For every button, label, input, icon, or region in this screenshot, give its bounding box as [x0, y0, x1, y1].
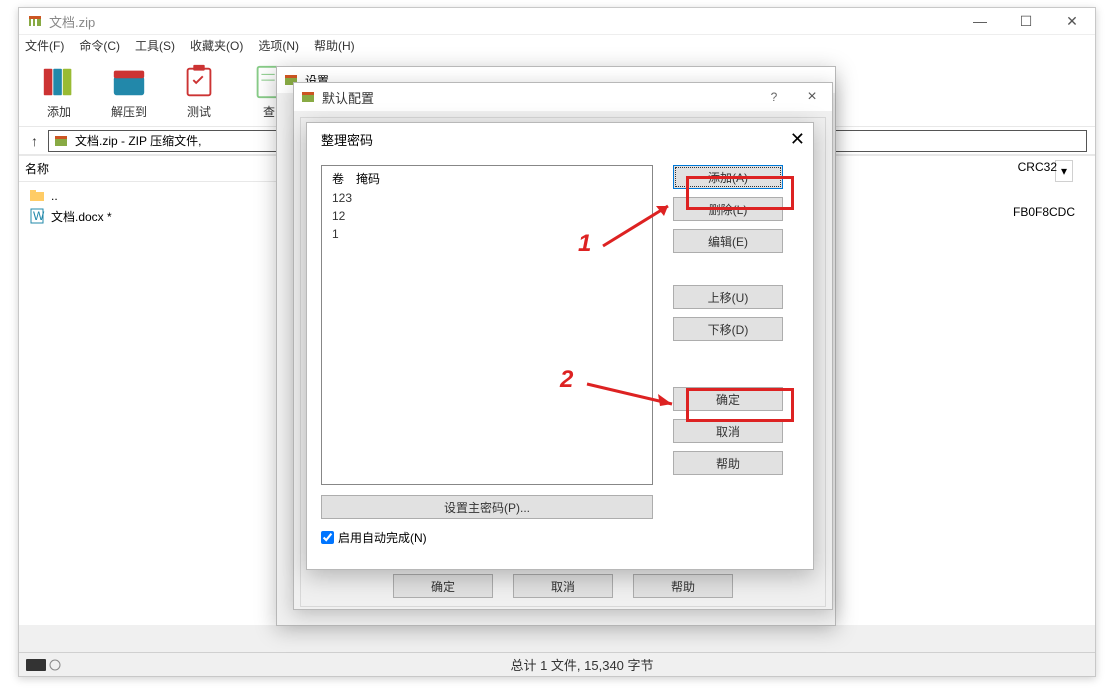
- menubar[interactable]: 文件(F) 命令(C) 工具(S) 收藏夹(O) 选项(N) 帮助(H): [19, 35, 1095, 57]
- password-list[interactable]: 卷 掩码 123 12 1: [321, 165, 653, 485]
- col-crc32[interactable]: CRC32: [1010, 158, 1065, 176]
- moveup-button[interactable]: 上移(U): [673, 285, 783, 309]
- clipboard-icon: [180, 63, 218, 101]
- autocomplete-label: 启用自动完成(N): [338, 529, 427, 546]
- menu-file[interactable]: 文件(F): [25, 37, 64, 54]
- winrar-icon: [300, 89, 316, 105]
- organize-passwords-dialog: 整理密码 ✕ 卷 掩码 123 12 1 添加(A) 删除(L) 编辑(E): [306, 122, 814, 570]
- ok-button[interactable]: 确定: [673, 387, 783, 411]
- col-volume: 卷: [332, 170, 356, 187]
- default-title: 默认配置: [322, 88, 756, 107]
- help-button[interactable]: ?: [756, 90, 792, 104]
- menu-options[interactable]: 选项(N): [258, 37, 299, 54]
- statusbar: 总计 1 文件, 15,340 字节: [19, 652, 1095, 676]
- ok-button[interactable]: 确定: [393, 574, 493, 598]
- list-item[interactable]: 12: [332, 209, 652, 227]
- autocomplete-checkbox[interactable]: [321, 531, 334, 544]
- maximize-button[interactable]: ☐: [1003, 8, 1049, 35]
- row-up[interactable]: ..: [29, 186, 268, 206]
- winrar-icon: [27, 13, 43, 29]
- svg-text:W: W: [33, 209, 45, 223]
- col-name-header[interactable]: 名称: [19, 156, 278, 182]
- tool-test[interactable]: 测试: [179, 63, 219, 120]
- menu-tools[interactable]: 工具(S): [135, 37, 175, 54]
- path-text: 文档.zip - ZIP 压缩文件,: [75, 132, 201, 149]
- tray-icon: [19, 658, 69, 672]
- main-titlebar[interactable]: 文档.zip — ☐ ✕: [19, 8, 1095, 35]
- menu-command[interactable]: 命令(C): [79, 37, 120, 54]
- help-button[interactable]: 帮助: [673, 451, 783, 475]
- close-button[interactable]: ✕: [781, 129, 805, 150]
- status-text: 总计 1 文件, 15,340 字节: [69, 655, 1095, 674]
- tool-extract[interactable]: 解压到: [109, 63, 149, 120]
- minimize-button[interactable]: —: [957, 8, 1003, 35]
- docx-icon: W: [29, 208, 45, 224]
- drawer-icon: [110, 63, 148, 101]
- list-item[interactable]: 123: [332, 191, 652, 209]
- menu-help[interactable]: 帮助(H): [314, 37, 355, 54]
- close-button[interactable]: ×: [792, 88, 832, 106]
- row-doc[interactable]: W 文档.docx *: [29, 206, 268, 226]
- close-button[interactable]: ✕: [1049, 8, 1095, 35]
- cancel-button[interactable]: 取消: [673, 419, 783, 443]
- crc-value: FB0F8CDC: [1013, 205, 1075, 219]
- cancel-button[interactable]: 取消: [513, 574, 613, 598]
- tool-add[interactable]: 添加: [39, 63, 79, 120]
- col-mask: 掩码: [356, 170, 380, 187]
- pw-title: 整理密码: [321, 130, 781, 149]
- help-button[interactable]: 帮助: [633, 574, 733, 598]
- folder-icon: [29, 188, 45, 204]
- up-icon[interactable]: ↑: [31, 133, 38, 149]
- books-icon: [40, 63, 78, 101]
- edit-button[interactable]: 编辑(E): [673, 229, 783, 253]
- list-item[interactable]: 1: [332, 227, 652, 245]
- add-button[interactable]: 添加(A): [673, 165, 783, 189]
- remove-button[interactable]: 删除(L): [673, 197, 783, 221]
- master-password-button[interactable]: 设置主密码(P)...: [321, 495, 653, 519]
- winrar-icon: [53, 133, 69, 149]
- menu-fav[interactable]: 收藏夹(O): [190, 37, 243, 54]
- window-title: 文档.zip: [49, 12, 957, 31]
- movedown-button[interactable]: 下移(D): [673, 317, 783, 341]
